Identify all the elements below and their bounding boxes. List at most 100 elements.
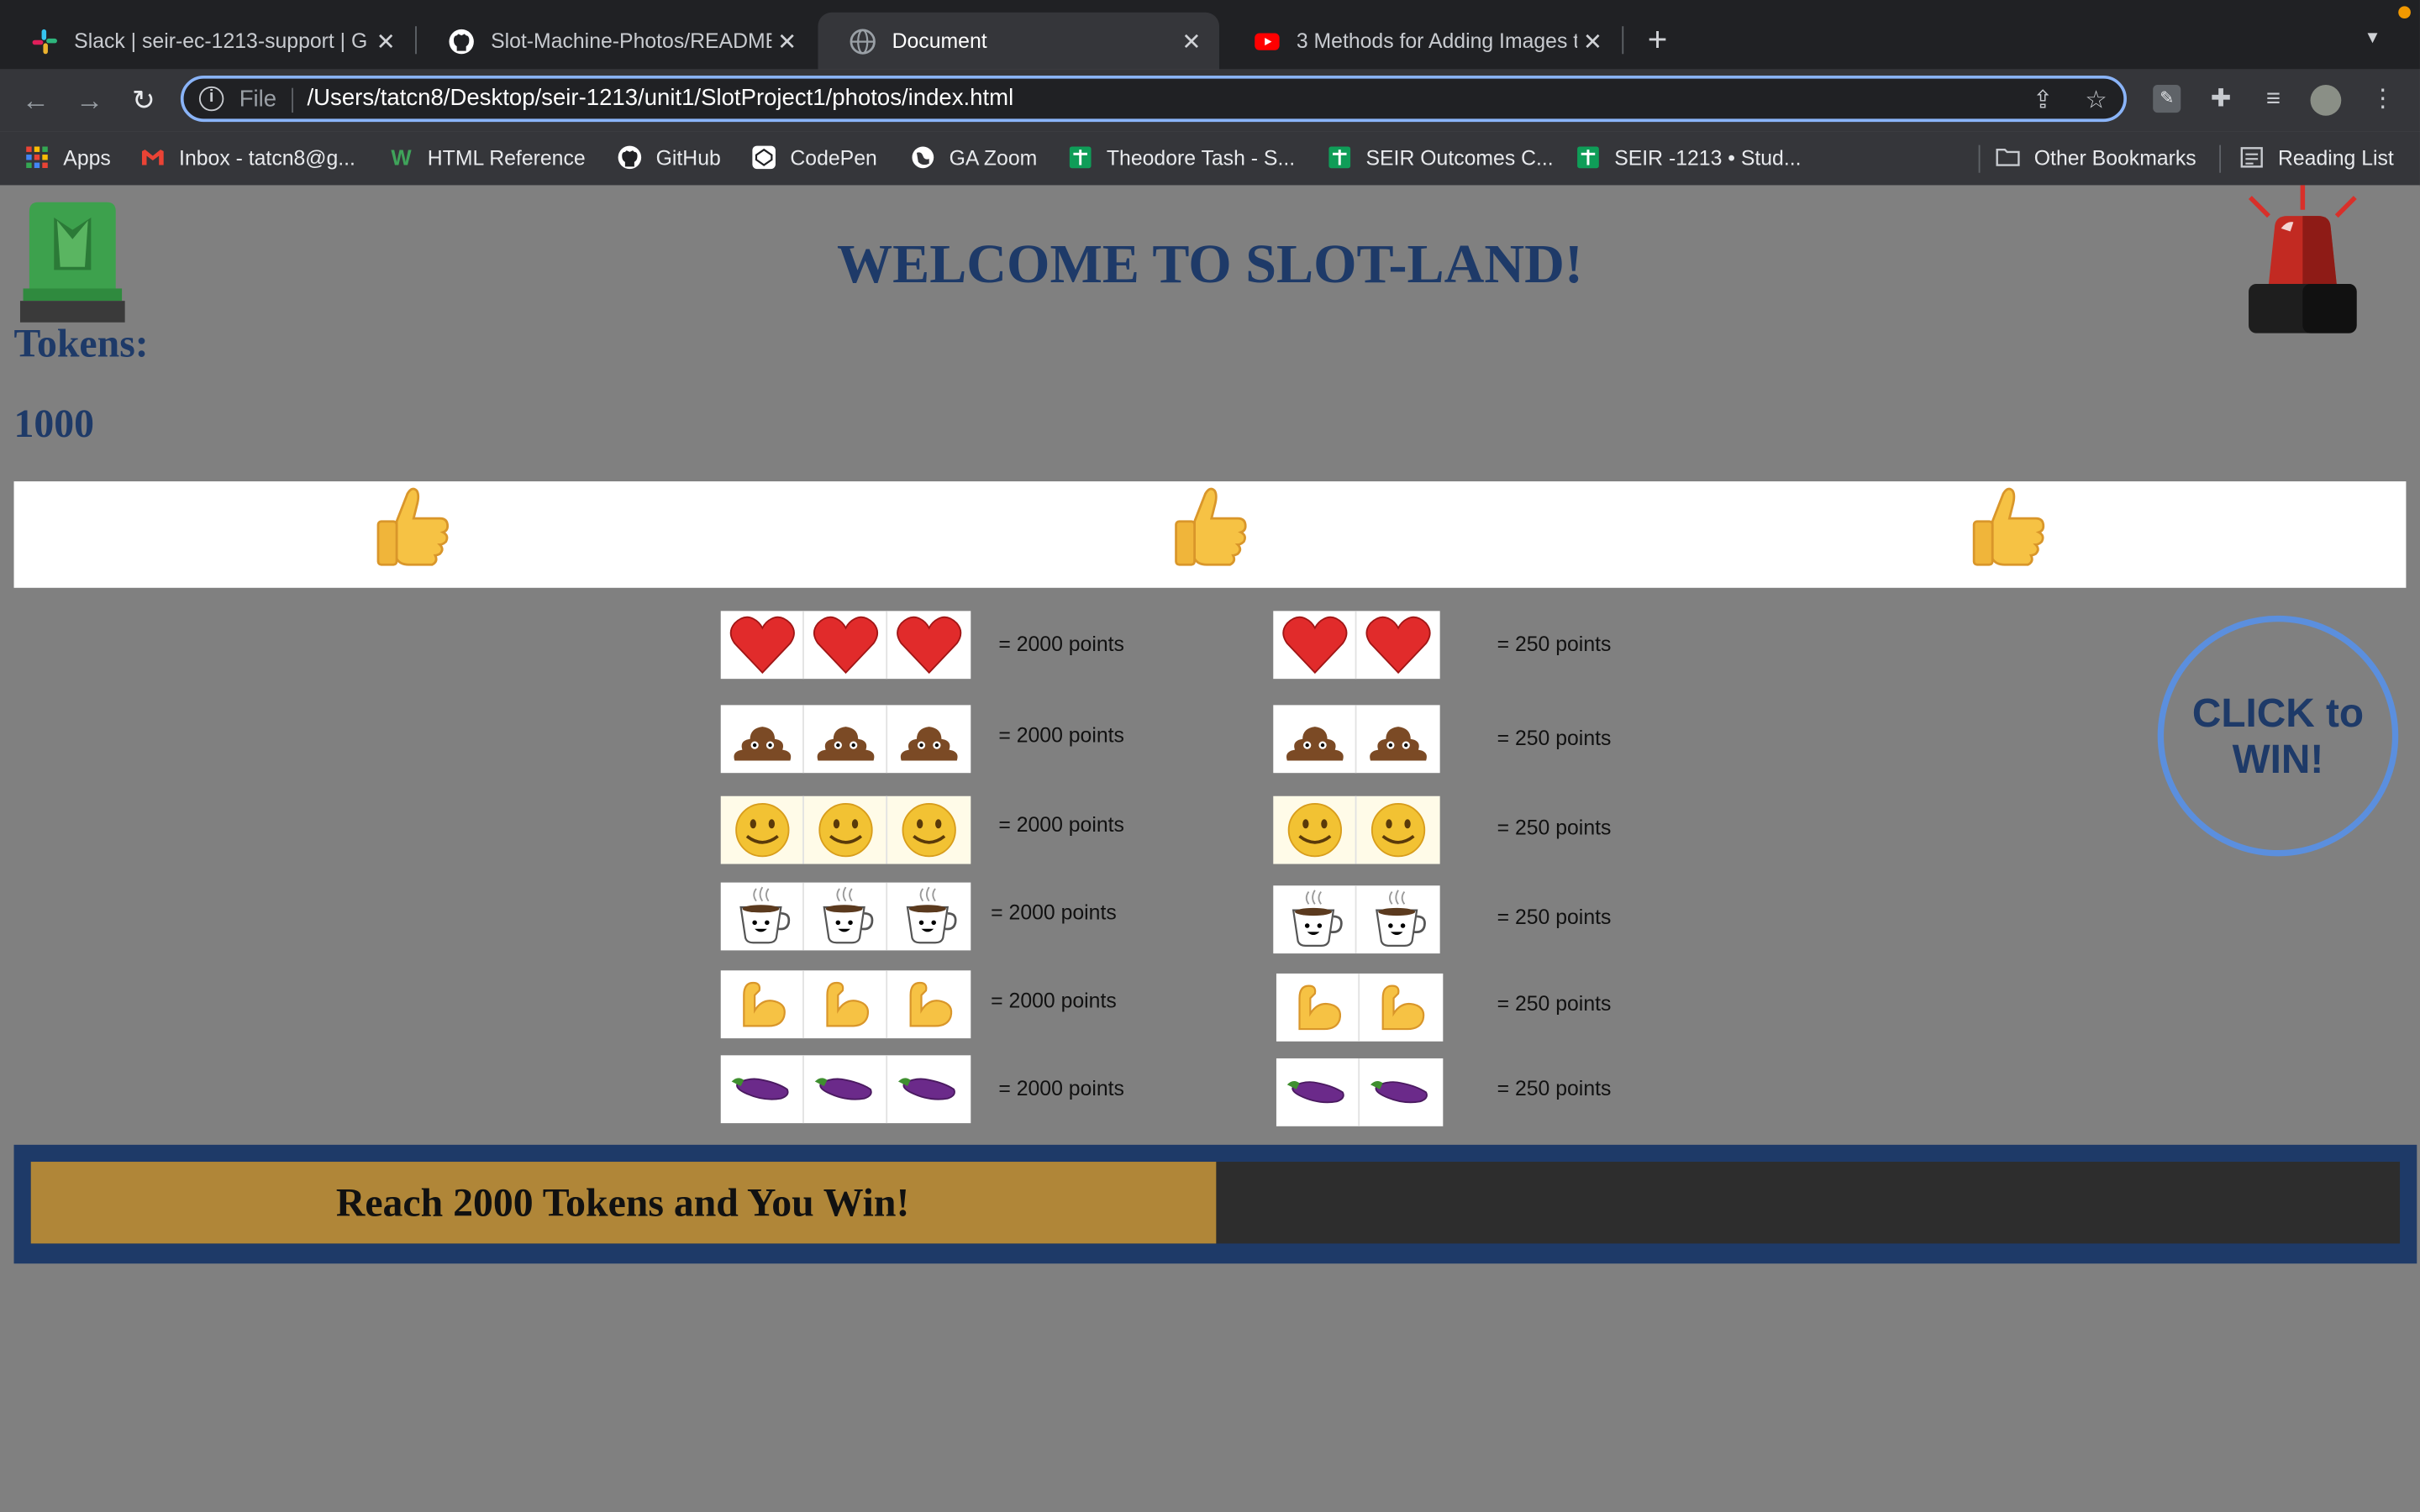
reading-list-button[interactable]: Reading List [2239,142,2394,173]
coffee-icon [822,886,873,944]
extensions-puzzle-icon[interactable]: ✚ [2206,85,2237,116]
bookmark-seir-1213[interactable]: SEIR -1213 • Stud... [1576,142,1802,173]
extension-icon[interactable]: ✎ [2153,85,2181,113]
new-tab-plus-icon[interactable]: + [1639,21,1676,59]
youtube-icon [1255,32,1280,50]
bookmark-label: SEIR Outcomes C... [1365,145,1554,170]
bookmark-gmail[interactable]: Inbox - tatcn8@g... [140,142,355,173]
menu-dots-icon[interactable]: ⋮ [2367,85,2398,116]
sheets-icon [1577,146,1599,169]
github-icon [618,145,642,170]
forward-arrow-icon[interactable]: → [71,81,108,118]
sheets-icon [1069,146,1092,169]
eggplant-icon [1286,1081,1344,1104]
eggplant-icon [897,1078,955,1100]
coffee-icon [1376,890,1426,947]
tab-github-readme[interactable]: Slot-Machine-Photos/README ✕ [417,13,815,70]
payout-triple-text: = 2000 points [991,989,1117,1012]
address-url[interactable]: /Users/tatcn8/Desktop/seir-1213/unit1/Sl… [308,85,1014,111]
gmail-icon [141,150,164,165]
payout-double-text: = 250 points [1497,816,1612,840]
bookmarks-bar: Apps Inbox - tatcn8@g... W HTML Referenc… [0,131,2420,187]
bookmark-label: Theodore Tash - S... [1106,145,1296,170]
thumbs-up-icon [1972,487,2045,566]
flexed-bicep-icon [742,981,785,1027]
flexed-bicep-icon [1297,984,1341,1031]
paytable-eggplant-double [1276,1058,1444,1126]
media-queue-icon[interactable]: ≡ [2258,85,2289,116]
paytable-poop-double [1273,705,1440,774]
poop-icon [816,727,874,761]
bookmark-label: Other Bookmarks [2033,145,2196,170]
tab-search-chevron-icon[interactable]: ▾ [2367,24,2377,49]
share-icon[interactable]: ⇪ [2033,85,2054,116]
address-bar[interactable]: i File /Users/tatcn8/Desktop/seir-1213/u… [180,75,2127,123]
tab-document[interactable]: Document ✕ [818,12,1219,70]
paytable-bicep-triple [720,970,971,1039]
poop-icon [900,727,958,761]
payout-double-text: = 250 points [1497,906,1612,929]
bookmark-html-reference[interactable]: W HTML Reference [389,142,586,173]
smiley-icon [1286,803,1342,858]
payout-double-text: = 250 points [1497,633,1612,656]
reload-icon[interactable]: ↻ [125,81,162,118]
smiley-icon [734,803,789,858]
poop-icon [733,727,791,761]
tokens-value: 1000 [13,401,95,446]
bookmark-label: CodePen [790,145,877,170]
bookmark-other-bookmarks[interactable]: Other Bookmarks [1996,142,2196,173]
globe-icon [850,28,876,54]
address-divider [292,87,293,113]
bookmark-seir-outcomes[interactable]: SEIR Outcomes C... [1328,142,1554,173]
heart-icon [897,616,962,675]
bookmark-theodore-tash[interactable]: Theodore Tash - S... [1068,142,1295,173]
heart-icon [1365,616,1431,675]
profile-avatar[interactable] [2310,85,2342,116]
bookmark-github[interactable]: GitHub [618,142,721,173]
bookmark-divider [2219,144,2222,173]
close-icon[interactable]: ✕ [1176,27,1207,55]
heart-icon [1281,616,1347,675]
payout-triple-text: = 2000 points [998,723,1124,747]
goal-progress-track: Reach 2000 Tokens and You Win! [30,1162,2401,1244]
tab-title: Document [892,29,987,53]
tokens-label: Tokens: [13,321,149,366]
goal-text: Reach 2000 Tokens and You Win! [335,1180,910,1226]
update-dot-icon [2398,6,2411,19]
tab-youtube[interactable]: 3 Methods for Adding Images t ✕ [1223,13,1621,70]
poop-icon [1286,727,1343,761]
payout-triple-text: = 2000 points [991,900,1117,925]
close-icon[interactable]: ✕ [1577,27,1608,55]
reading-list-icon [2240,147,2263,168]
close-icon[interactable]: ✕ [771,27,802,55]
paytable-smiley-triple [720,795,971,864]
bookmark-codepen[interactable]: CodePen [751,142,877,173]
bookmark-label: Inbox - tatcn8@g... [179,145,355,170]
payout-triple-text: = 2000 points [998,812,1124,837]
bookmark-ga-zoom[interactable]: GA Zoom [911,142,1037,173]
bookmark-star-icon[interactable]: ☆ [2085,85,2107,116]
click-to-win-button[interactable]: CLICK to WIN! [2157,615,2399,857]
slot-page: WELCOME TO SLOT-LAND! Tokens: 1000 = 200… [0,185,2420,1512]
back-arrow-icon[interactable]: ← [17,81,54,118]
flexed-bicep-icon [909,981,953,1027]
address-scheme: File [239,86,277,113]
bookmark-label: SEIR -1213 • Stud... [1614,145,1802,170]
thumbs-up-icon [1175,487,1247,566]
bookmark-apps[interactable]: Apps [24,142,111,173]
close-icon[interactable]: ✕ [371,27,402,55]
sheets-icon [1328,146,1351,169]
flexed-bicep-icon [1381,984,1425,1031]
browser-tab-bar: Slack | seir-ec-1213-support | G ✕ Slot-… [0,0,2420,70]
tab-slack[interactable]: Slack | seir-ec-1213-support | G ✕ [0,13,413,70]
paytable-coffee-double [1273,885,1440,954]
payout-double-text: = 250 points [1497,991,1612,1016]
browser-toolbar: ← → ↻ i File /Users/tatcn8/Desktop/seir-… [0,69,2420,132]
eggplant-icon [730,1078,788,1100]
heart-icon [813,616,878,675]
apps-grid-icon [26,146,48,169]
smiley-icon [818,803,872,858]
bookmark-label: HTML Reference [427,145,586,170]
page-title: WELCOME TO SLOT-LAND! [836,233,1583,295]
info-icon[interactable]: i [198,86,224,112]
